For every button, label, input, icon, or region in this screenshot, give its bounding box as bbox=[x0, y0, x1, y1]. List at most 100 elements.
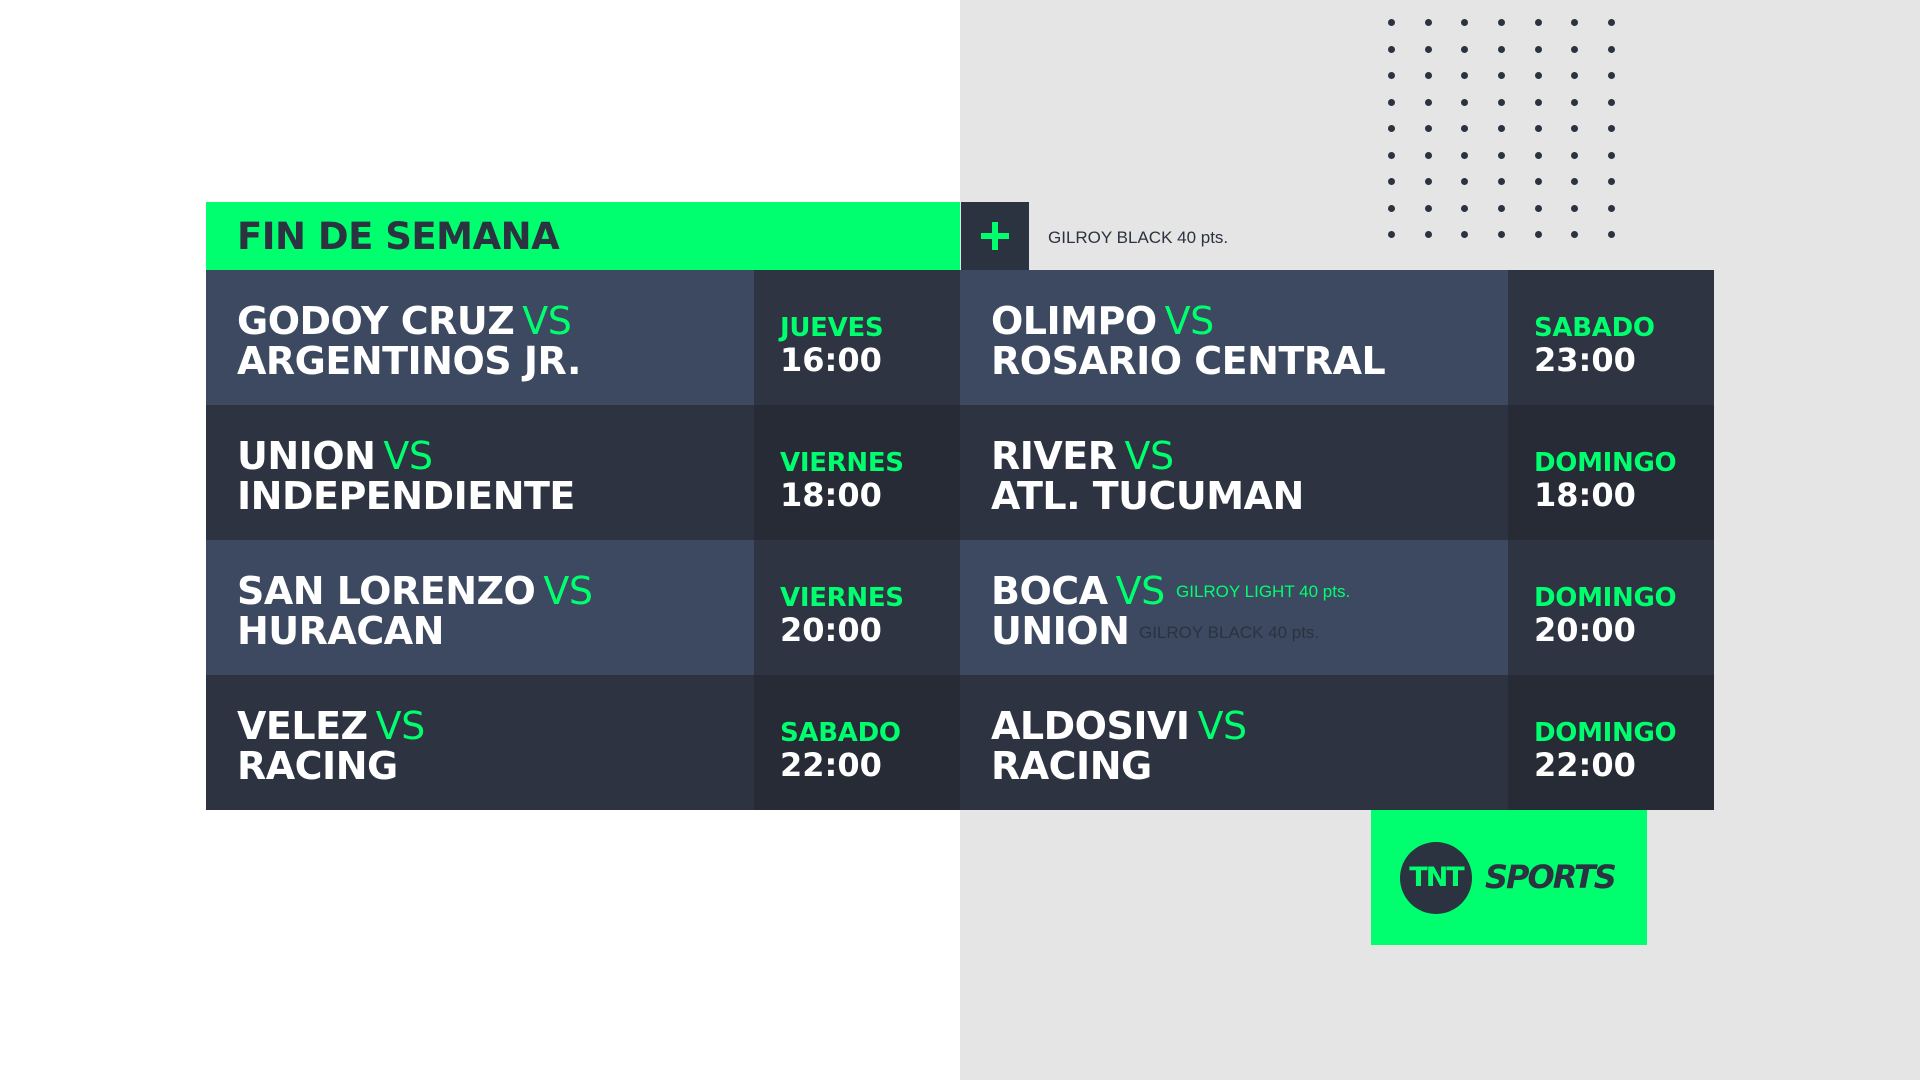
kickoff-cell-left: VIERNES 20:00 bbox=[754, 540, 960, 675]
header-font-note: GILROY BLACK 40 pts. bbox=[1048, 228, 1229, 247]
dot bbox=[1461, 204, 1469, 212]
fixture-row: VELEZ VS RACING SABADO 22:00 ALDOSIVI VS RACING… bbox=[206, 675, 1715, 810]
tnt-sports-logo: TNT SPORTS bbox=[1371, 810, 1647, 945]
dot bbox=[1534, 204, 1542, 212]
kickoff-cell-right: DOMINGO 22:00 bbox=[1508, 675, 1714, 810]
dot bbox=[1534, 45, 1542, 53]
match-time: 22:00 bbox=[780, 746, 882, 784]
dot bbox=[1388, 19, 1395, 26]
dot bbox=[1461, 98, 1469, 106]
dot bbox=[1534, 125, 1542, 132]
match-day: SABADO bbox=[780, 718, 901, 748]
dot bbox=[1571, 19, 1579, 26]
match-teams: GODOY CRUZ VS ARGENTINOS JR. bbox=[237, 301, 581, 381]
match-day: DOMINGO bbox=[1534, 448, 1677, 478]
dot bbox=[1608, 231, 1616, 238]
match-time: 20:00 bbox=[780, 611, 882, 649]
dot bbox=[1571, 98, 1579, 106]
dot bbox=[1571, 231, 1579, 238]
dot bbox=[1424, 231, 1432, 238]
vs-label: VS bbox=[375, 704, 426, 748]
dot bbox=[1498, 45, 1506, 53]
dot bbox=[1388, 45, 1395, 53]
home-team: UNION bbox=[237, 434, 376, 478]
dot bbox=[1498, 151, 1506, 159]
dot bbox=[1571, 72, 1579, 79]
away-team: ATL. TUCUMAN bbox=[991, 474, 1304, 518]
dot bbox=[1498, 72, 1506, 79]
vs-label: VS bbox=[383, 434, 433, 478]
dot bbox=[1461, 231, 1469, 238]
match-cell-right: ALDOSIVI VS RACING bbox=[960, 675, 1508, 810]
match-day: VIERNES bbox=[780, 583, 904, 613]
match-day: VIERNES bbox=[780, 448, 904, 478]
kickoff-cell-left: VIERNES 18:00 bbox=[754, 405, 960, 540]
away-team: HURACAN bbox=[237, 609, 444, 653]
dot bbox=[1498, 204, 1506, 212]
dot bbox=[1571, 178, 1579, 185]
match-time: 18:00 bbox=[1534, 476, 1636, 514]
dot bbox=[1608, 98, 1616, 106]
dot bbox=[1388, 231, 1395, 238]
dot bbox=[1461, 72, 1469, 79]
dot bbox=[1424, 204, 1432, 212]
header-bar: FIN DE SEMANA bbox=[206, 202, 960, 270]
dot bbox=[1461, 125, 1469, 132]
home-team: ALDOSIVI bbox=[991, 704, 1190, 748]
tnt-logo-mark: TNT bbox=[1400, 842, 1472, 914]
match-time: 23:00 bbox=[1534, 341, 1636, 379]
vs-label: VS bbox=[1115, 569, 1166, 613]
match-day: SABADO bbox=[1534, 313, 1655, 343]
dot bbox=[1424, 178, 1432, 185]
away-team: RACING bbox=[237, 744, 398, 788]
dot bbox=[1608, 72, 1616, 79]
light-font-note: GILROY LIGHT 40 pts. bbox=[1176, 582, 1351, 601]
dot bbox=[1608, 151, 1616, 159]
dot bbox=[1608, 178, 1616, 185]
match-day: DOMINGO bbox=[1534, 718, 1677, 748]
match-day: JUEVES bbox=[780, 313, 884, 343]
match-cell-right: BOCA VS UNION bbox=[960, 540, 1508, 675]
dot bbox=[1534, 231, 1542, 238]
dot bbox=[1534, 178, 1542, 185]
dot bbox=[1388, 98, 1395, 106]
dot bbox=[1388, 178, 1395, 185]
match-time: 22:00 bbox=[1534, 746, 1636, 784]
vs-label: VS bbox=[1197, 704, 1248, 748]
match-teams: UNION VS INDEPENDIENTE bbox=[237, 436, 575, 516]
vs-label: VS bbox=[543, 569, 593, 613]
dot bbox=[1534, 19, 1542, 26]
away-team: ARGENTINOS JR. bbox=[237, 339, 581, 383]
dot bbox=[1461, 45, 1469, 53]
dot bbox=[1388, 151, 1395, 159]
fixture-row: GODOY CRUZ VS ARGENTINOS JR. JUEVES 16:00 OLI… bbox=[206, 270, 1715, 405]
match-teams: VELEZ VS RACING bbox=[237, 706, 425, 786]
dot bbox=[1424, 45, 1432, 53]
dot bbox=[1571, 151, 1579, 159]
dot bbox=[1388, 204, 1395, 212]
home-team: SAN LORENZO bbox=[237, 569, 536, 613]
kickoff-cell-left: JUEVES 16:00 bbox=[754, 270, 960, 405]
match-time: 20:00 bbox=[1534, 611, 1636, 649]
vs-label: VS bbox=[1124, 434, 1175, 478]
match-cell-left: UNION VS INDEPENDIENTE bbox=[206, 405, 754, 540]
dot bbox=[1534, 151, 1542, 159]
dot bbox=[1388, 72, 1395, 79]
dot bbox=[1424, 19, 1432, 26]
dot bbox=[1388, 125, 1395, 132]
sports-logo-text: SPORTS bbox=[1485, 858, 1617, 896]
dot bbox=[1424, 98, 1432, 106]
home-team: VELEZ bbox=[237, 704, 368, 748]
dot bbox=[1498, 125, 1506, 132]
dot bbox=[1608, 45, 1616, 53]
match-teams: ALDOSIVI VS RACING bbox=[991, 706, 1247, 786]
dot bbox=[1498, 98, 1506, 106]
home-team: GODOY CRUZ bbox=[237, 299, 515, 343]
match-time: 16:00 bbox=[780, 341, 882, 379]
match-cell-left: SAN LORENZO VS HURACAN bbox=[206, 540, 754, 675]
match-cell-right: RIVER VS ATL. TUCUMAN bbox=[960, 405, 1508, 540]
dot bbox=[1461, 19, 1469, 26]
kickoff-cell-left: SABADO 22:00 bbox=[754, 675, 960, 810]
fixture-row: UNION VS INDEPENDIENTE VIERNES 18:00 RIVER VS A… bbox=[206, 405, 1715, 540]
away-team: RACING bbox=[991, 744, 1152, 788]
